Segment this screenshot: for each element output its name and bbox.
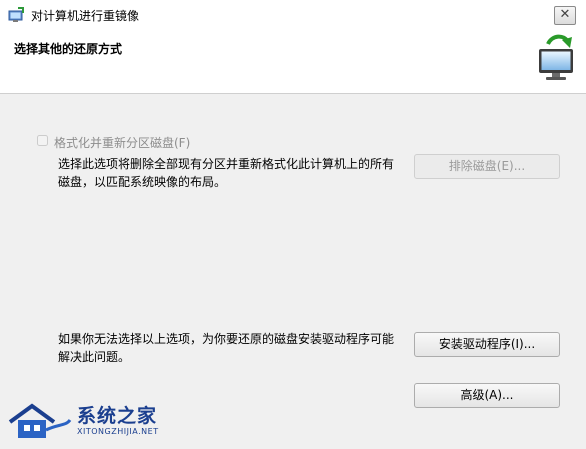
house-logo-icon — [8, 403, 72, 438]
watermark: 系统之家 XITONGZHIJIA.NET — [0, 398, 170, 444]
title-bar: 对计算机进行重镜像 ✕ — [0, 0, 586, 29]
page-title: 选择其他的还原方式 — [14, 42, 123, 56]
format-disks-label: 格式化并重新分区磁盘(F) — [54, 136, 191, 150]
close-icon: ✕ — [559, 7, 571, 22]
install-driver-button[interactable]: 安装驱动程序(I)... — [414, 332, 560, 357]
close-button[interactable]: ✕ — [554, 6, 576, 25]
driver-description: 如果你无法选择以上选项，为你要还原的磁盘安装驱动程序可能解决此问题。 — [58, 332, 395, 364]
header-panel: 选择其他的还原方式 — [0, 29, 586, 94]
exclude-disks-button[interactable]: 排除磁盘(E)... — [414, 154, 560, 179]
watermark-subtitle: XITONGZHIJIA.NET — [77, 427, 159, 436]
advanced-button[interactable]: 高级(A)... — [414, 383, 560, 408]
monitor-restore-icon — [539, 34, 573, 80]
format-disks-checkbox[interactable] — [37, 135, 48, 146]
watermark-title: 系统之家 — [77, 405, 158, 427]
window-title: 对计算机进行重镜像 — [31, 9, 140, 23]
restore-app-icon — [8, 7, 24, 22]
format-description: 选择此选项将删除全部现有分区并重新格式化此计算机上的所有磁盘，以匹配系统映像的布… — [58, 157, 395, 189]
